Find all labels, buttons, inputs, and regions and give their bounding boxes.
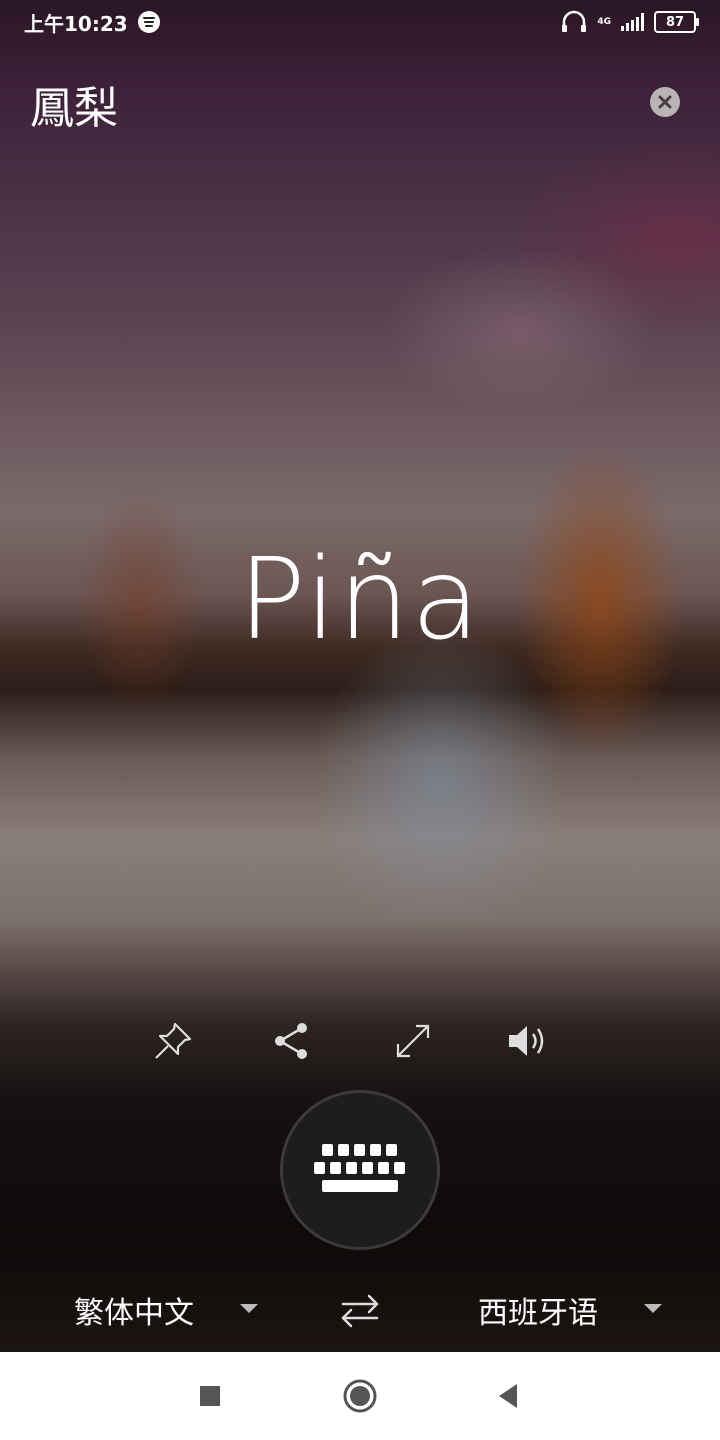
source-language-label: 繁体中文: [74, 1296, 194, 1331]
fullscreen-button[interactable]: [390, 1018, 436, 1064]
target-language-selector[interactable]: 西班牙语: [478, 1282, 598, 1338]
translated-text: Piña: [238, 535, 482, 665]
status-left: 上午10:23: [24, 8, 160, 37]
action-bar: [0, 1018, 720, 1064]
battery-level: 87: [665, 14, 685, 30]
status-right: 4G 87: [561, 10, 699, 34]
headphones-icon: [562, 10, 587, 32]
back-icon: [499, 1384, 517, 1408]
target-language-label: 西班牙语: [478, 1296, 598, 1331]
network-type: 4G: [597, 16, 611, 27]
source-language-selector[interactable]: 繁体中文: [74, 1282, 194, 1338]
speak-button[interactable]: [505, 1018, 551, 1064]
back-button[interactable]: [486, 1374, 530, 1418]
chevron-down-icon: [644, 1304, 662, 1313]
chevron-down-icon: [240, 1304, 258, 1313]
source-text: 鳳梨: [30, 83, 118, 134]
expand-icon: [396, 1024, 430, 1058]
status-bar: 上午10:23 4G 87: [0, 0, 720, 44]
keyboard-icon: [314, 1144, 405, 1192]
home-icon: [343, 1379, 377, 1413]
recents-button[interactable]: [188, 1374, 232, 1418]
status-time: 上午10:23: [24, 11, 128, 36]
spotify-icon: [137, 11, 160, 33]
swap-languages-button[interactable]: [337, 1288, 383, 1334]
language-bar: 繁体中文 西班牙语: [0, 1282, 720, 1338]
recents-icon: [200, 1386, 220, 1406]
pin-button[interactable]: [150, 1018, 196, 1064]
navigation-bar: [0, 1352, 720, 1440]
speaker-icon: [509, 1026, 544, 1056]
share-button[interactable]: [268, 1018, 314, 1064]
close-icon: [658, 95, 672, 109]
signal-icon: [621, 13, 644, 31]
share-icon: [275, 1023, 307, 1059]
battery-icon: 87: [654, 11, 699, 33]
home-button[interactable]: [338, 1374, 382, 1418]
pin-icon: [155, 1022, 192, 1059]
swap-icon: [341, 1294, 379, 1328]
close-button[interactable]: [650, 87, 680, 117]
keyboard-button[interactable]: [280, 1090, 440, 1250]
